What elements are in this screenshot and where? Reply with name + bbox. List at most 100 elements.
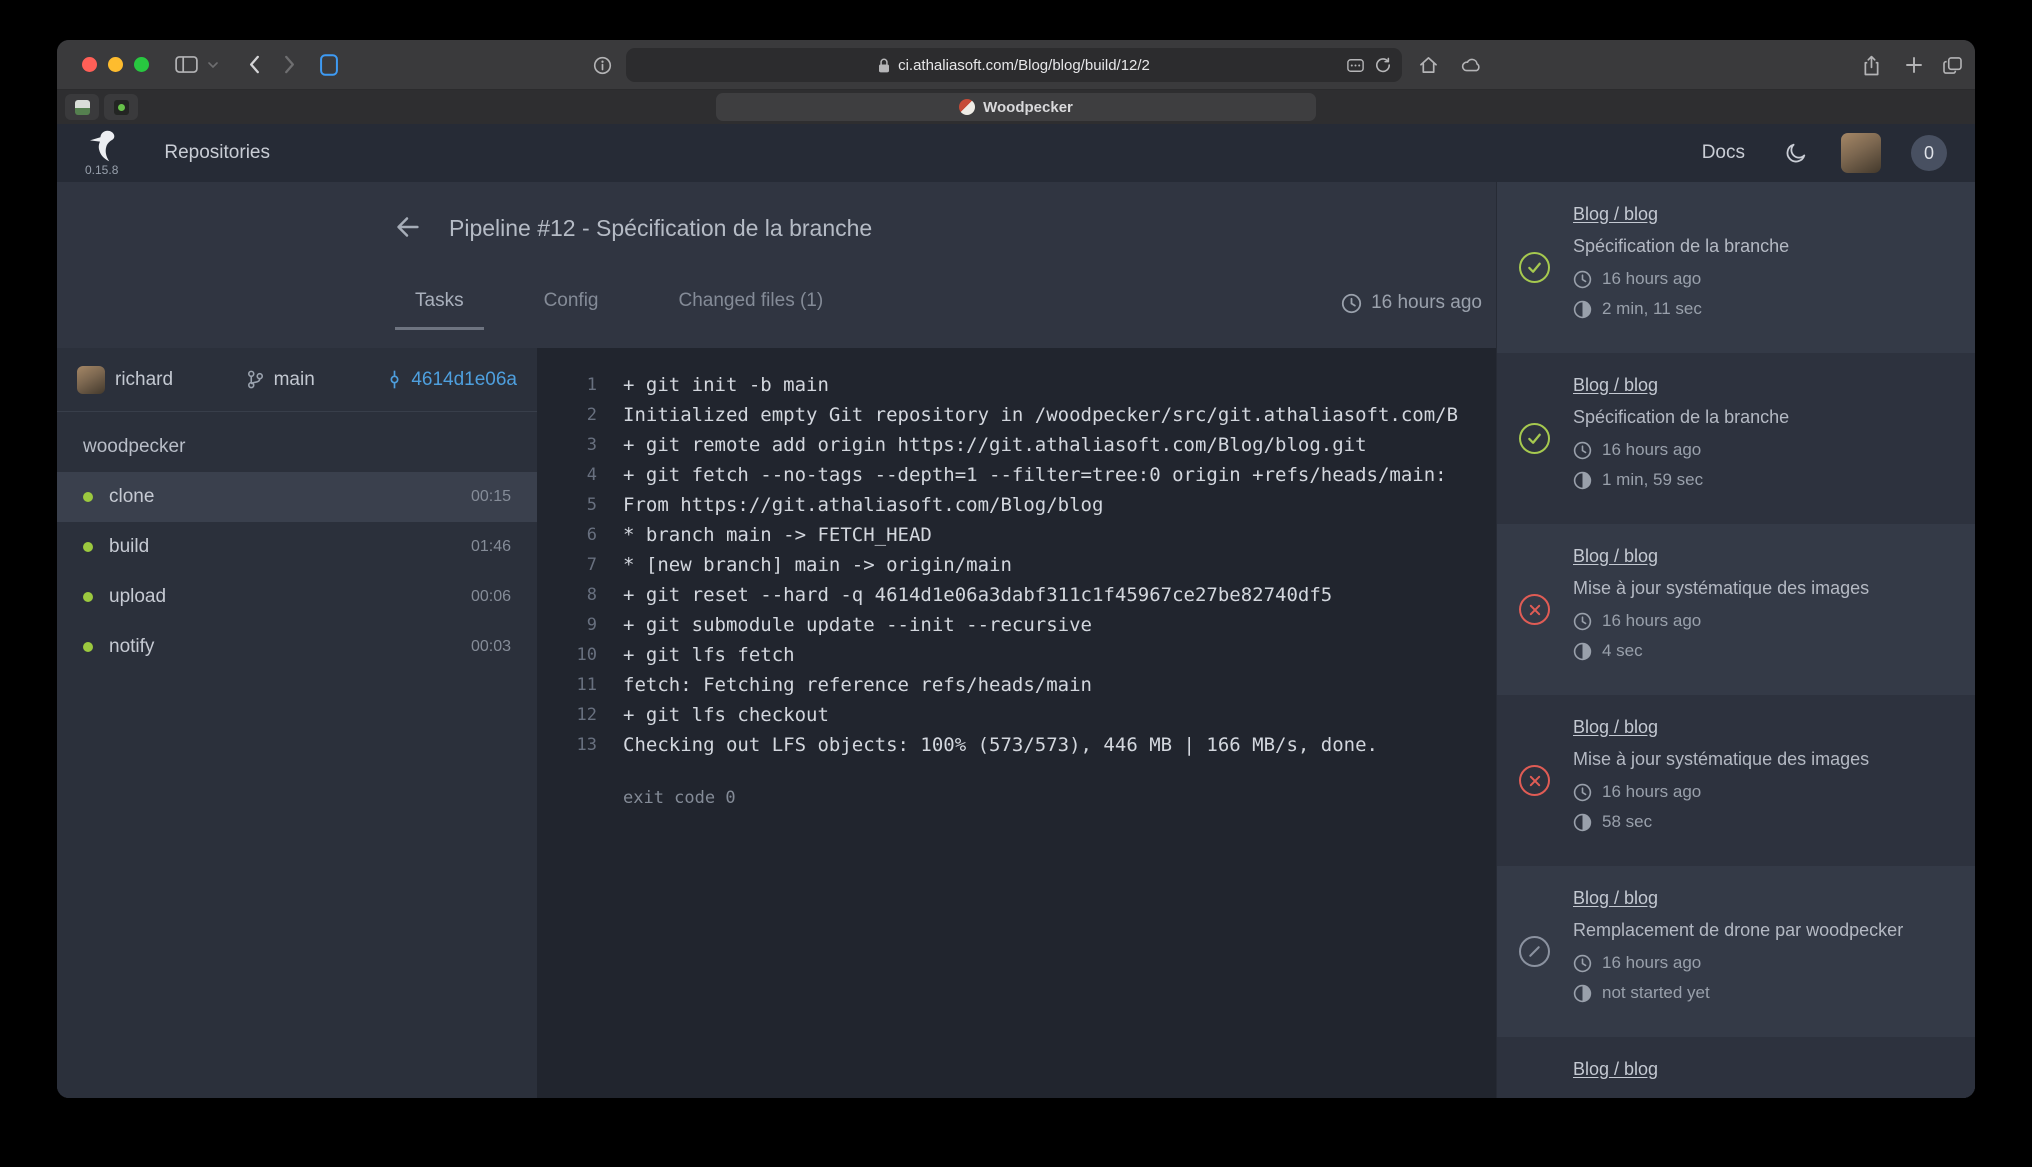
duration-icon — [1573, 471, 1592, 490]
tab-changed-files[interactable]: Changed files (1) — [659, 290, 844, 330]
nav-docs[interactable]: Docs — [1702, 142, 1745, 164]
pipeline-time-row: 16 hours ago — [1573, 948, 1953, 978]
arrow-left-icon — [393, 212, 423, 242]
commit-link[interactable]: 4614d1e06a — [388, 369, 517, 391]
clock-icon — [1573, 612, 1592, 631]
step-duration: 00:15 — [471, 488, 511, 506]
zoom-window-button[interactable] — [134, 57, 149, 72]
log-line-number: 3 — [561, 435, 597, 455]
log-line-number: 1 — [561, 375, 597, 395]
pipeline-time-row: 16 hours ago — [1573, 264, 1953, 294]
pipeline-duration-row: 2 min, 11 sec — [1573, 294, 1953, 324]
step-name: clone — [109, 486, 471, 508]
address-bar[interactable]: ci.athaliasoft.com/Blog/blog/build/12/2 — [626, 48, 1402, 82]
extensions-icon[interactable] — [1347, 59, 1364, 72]
pipeline-duration-row: 4 sec — [1573, 636, 1953, 666]
sidebar-toggle-icon[interactable] — [175, 56, 198, 73]
pipeline-item[interactable]: Blog / blog Spécification de la branche … — [1497, 182, 1975, 353]
status-skipped-icon — [1519, 936, 1550, 967]
pipeline-description: Spécification de la branche — [1573, 405, 1953, 429]
clock-icon — [1573, 270, 1592, 289]
pipeline-item[interactable]: Blog / blog Spécification de la branche … — [1497, 353, 1975, 524]
minimize-window-button[interactable] — [108, 57, 123, 72]
pipeline-item[interactable]: Blog / blog — [1497, 1037, 1975, 1098]
branch-name: main — [274, 369, 315, 391]
traffic-lights — [82, 57, 149, 72]
step-row-upload[interactable]: upload 00:06 — [57, 572, 537, 622]
user-avatar[interactable] — [1841, 133, 1881, 173]
close-window-button[interactable] — [82, 57, 97, 72]
log-line-text: Initialized empty Git repository in /woo… — [623, 404, 1496, 426]
pipeline-tabs: Tasks Config Changed files (1) 16 hours … — [395, 274, 1482, 330]
pipeline-title: Pipeline #12 - Spécification de la branc… — [449, 215, 872, 242]
log-line-number: 9 — [561, 615, 597, 635]
woodpecker-logo[interactable]: 0.15.8 — [85, 130, 118, 177]
sidebar-chevron-icon[interactable] — [208, 62, 218, 68]
step-row-build[interactable]: build 01:46 — [57, 522, 537, 572]
log-line-number: 10 — [561, 645, 597, 665]
x-icon — [1528, 603, 1542, 617]
steps-panel: richard main — [57, 348, 537, 1098]
log-line: 12+ git lfs checkout — [561, 700, 1496, 730]
active-tab[interactable]: Woodpecker — [716, 93, 1316, 121]
duration-icon — [1573, 300, 1592, 319]
log-line-text: + git lfs checkout — [623, 704, 1496, 726]
pipeline-item[interactable]: Blog / blog Mise à jour systématique des… — [1497, 524, 1975, 695]
repo-link[interactable]: Blog / blog — [1573, 886, 1658, 910]
commit-hash: 4614d1e06a — [411, 369, 517, 391]
reload-icon[interactable] — [1375, 57, 1391, 73]
pipeline-time-text: 16 hours ago — [1602, 782, 1701, 802]
log-line-number: 11 — [561, 675, 597, 695]
nav-repositories[interactable]: Repositories — [164, 142, 270, 164]
pinned-tab-2[interactable] — [104, 94, 138, 120]
pipeline-item[interactable]: Blog / blog Mise à jour systématique des… — [1497, 695, 1975, 866]
step-status-dot — [83, 642, 93, 652]
log-line: 7* [new branch] main -> origin/main — [561, 550, 1496, 580]
pipeline-duration-row: not started yet — [1573, 978, 1953, 1008]
log-line-text: + git init -b main — [623, 374, 1496, 396]
status-failure-icon — [1519, 594, 1550, 625]
pipeline-duration-row: 1 min, 59 sec — [1573, 465, 1953, 495]
repo-link[interactable]: Blog / blog — [1573, 544, 1658, 568]
commit-row: richard main — [57, 348, 537, 412]
log-line: 10+ git lfs fetch — [561, 640, 1496, 670]
log-line-text: * [new branch] main -> origin/main — [623, 554, 1496, 576]
pinned-tab-1[interactable] — [65, 94, 99, 120]
repo-link[interactable]: Blog / blog — [1573, 1057, 1658, 1081]
pipeline-duration-text: not started yet — [1602, 983, 1710, 1003]
log-line: 11fetch: Fetching reference refs/heads/m… — [561, 670, 1496, 700]
forward-button[interactable] — [284, 55, 296, 74]
repo-link[interactable]: Blog / blog — [1573, 202, 1658, 226]
theme-toggle-moon-icon[interactable] — [1785, 142, 1807, 164]
repo-link[interactable]: Blog / blog — [1573, 373, 1658, 397]
repo-link[interactable]: Blog / blog — [1573, 715, 1658, 739]
step-name: upload — [109, 586, 471, 608]
step-row-notify[interactable]: notify 00:03 — [57, 622, 537, 672]
clock-icon — [1573, 441, 1592, 460]
pipeline-item[interactable]: Blog / blog Remplacement de drone par wo… — [1497, 866, 1975, 1037]
pipeline-back-button[interactable] — [393, 212, 423, 242]
pipeline-duration-row: 58 sec — [1573, 807, 1953, 837]
step-duration: 00:03 — [471, 638, 511, 656]
log-line: 6* branch main -> FETCH_HEAD — [561, 520, 1496, 550]
new-tab-icon[interactable] — [1906, 40, 1922, 90]
exit-code-label: exit code 0 — [623, 788, 1496, 808]
workflow-label: woodpecker — [57, 412, 537, 472]
tab-overview-icon[interactable] — [1943, 40, 1962, 90]
home-icon[interactable] — [1419, 40, 1438, 90]
log-line: 5From https://git.athaliasoft.com/Blog/b… — [561, 490, 1496, 520]
pipeline-time-text: 16 hours ago — [1602, 440, 1701, 460]
page-info-icon[interactable] — [593, 40, 612, 90]
app-navbar: 0.15.8 Repositories Docs 0 — [57, 124, 1975, 182]
browser-toolbar: ci.athaliasoft.com/Blog/blog/build/12/2 — [57, 40, 1975, 90]
tab-tasks[interactable]: Tasks — [395, 290, 484, 330]
log-line-text: Checking out LFS objects: 100% (573/573)… — [623, 734, 1496, 756]
start-page-icon[interactable] — [320, 54, 338, 76]
log-panel[interactable]: 1+ git init -b main 2Initialized empty G… — [537, 348, 1496, 1098]
tab-config[interactable]: Config — [524, 290, 619, 330]
back-button[interactable] — [248, 55, 260, 74]
step-row-clone[interactable]: clone 00:15 — [57, 472, 537, 522]
notification-badge[interactable]: 0 — [1911, 135, 1947, 171]
icloud-tabs-icon[interactable] — [1461, 40, 1482, 90]
share-icon[interactable] — [1863, 40, 1880, 90]
